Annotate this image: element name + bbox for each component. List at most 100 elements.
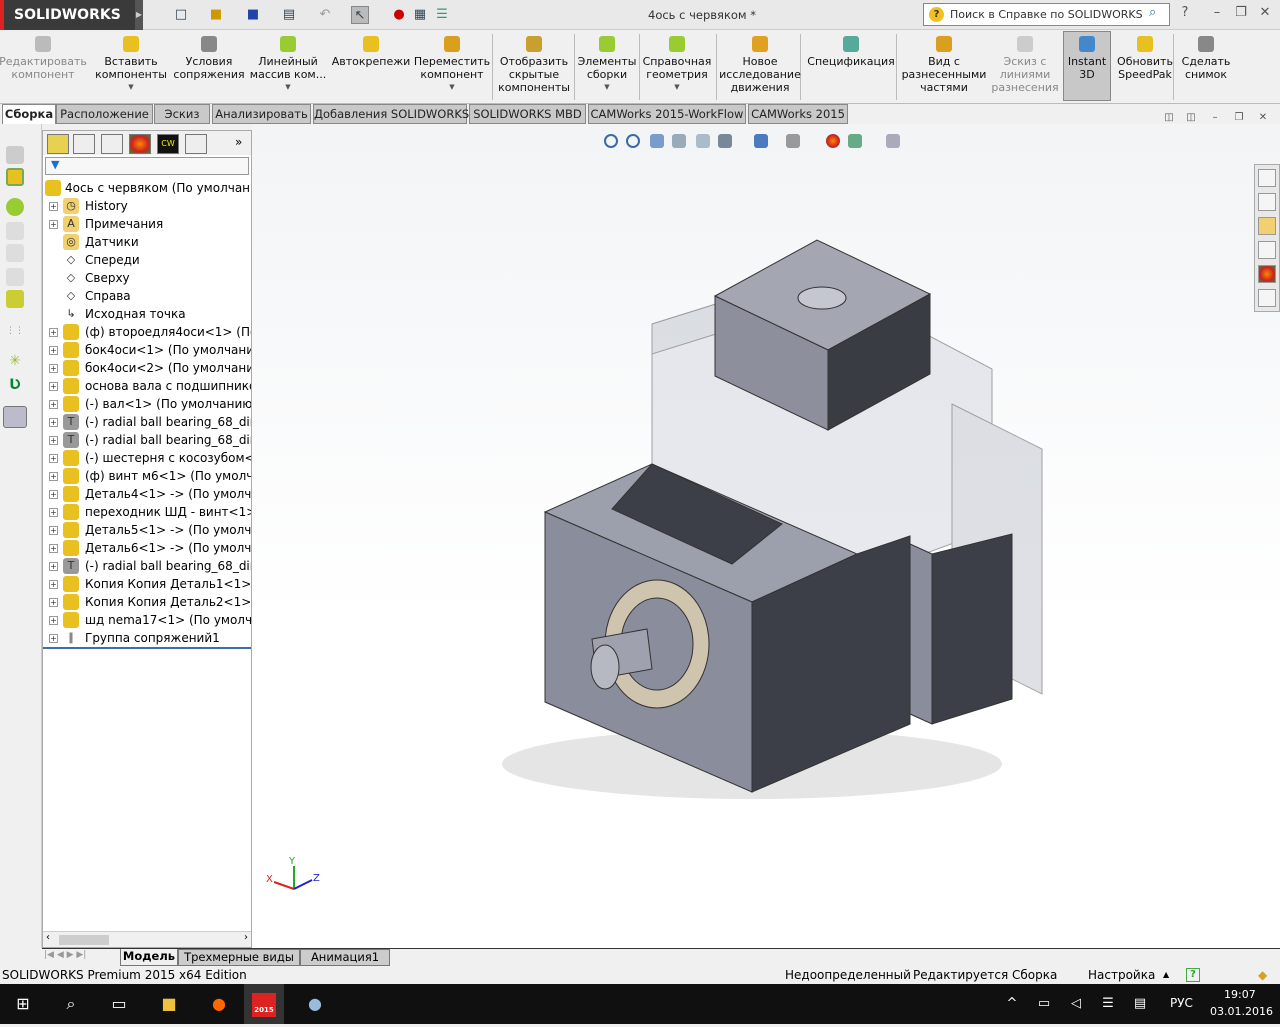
tree-item[interactable]: ◇ Справа — [43, 287, 251, 305]
options-icon[interactable]: ☰ — [433, 6, 451, 24]
expand-icon[interactable]: + — [49, 364, 58, 373]
expand-icon[interactable]: + — [49, 544, 58, 553]
tab-0[interactable]: Сборка — [2, 104, 56, 124]
tree-item[interactable]: + переходник ШД - винт<1> (Пс — [43, 503, 251, 521]
scroll-thumb[interactable] — [59, 935, 109, 945]
tree-item[interactable]: + (-) шестерня с косозубом<1> — [43, 449, 251, 467]
dropdown-arrow-icon[interactable]: ▼ — [86, 81, 176, 94]
viewport-minimize-icon[interactable]: – — [1208, 112, 1222, 124]
viewport-close-icon[interactable]: ✕ — [1256, 112, 1270, 124]
firefox-icon[interactable]: ● — [196, 984, 242, 1024]
file-explorer-icon[interactable] — [1258, 217, 1276, 235]
tree-item[interactable]: + шд nema17<1> (По умолчани — [43, 611, 251, 629]
solidworks-logo[interactable]: SOLIDWORKS — [0, 0, 135, 30]
tree-item[interactable]: + (ф) второедля4оси<1> (По ум — [43, 323, 251, 341]
model-tab-0[interactable]: Модель — [120, 949, 178, 966]
print-icon[interactable]: ▤ — [280, 6, 298, 24]
tree-item[interactable]: ◇ Спереди — [43, 251, 251, 269]
sw-resources-icon[interactable] — [1258, 169, 1276, 187]
tree-item[interactable]: + ∥ Группа сопряжений1 — [43, 629, 251, 647]
view-palette-icon[interactable] — [1258, 241, 1276, 259]
tree-item[interactable]: + Копия Копия Деталь1<1> (По — [43, 575, 251, 593]
file-explorer-icon[interactable]: ■ — [146, 984, 192, 1024]
configuration-manager-tab[interactable] — [101, 134, 123, 154]
rebuild-status-icon[interactable]: ◆ — [1258, 966, 1272, 984]
volume-icon[interactable]: ◁ — [1066, 994, 1086, 1014]
ribbon-button-3[interactable]: Линейный массив ком... ▼ — [243, 32, 333, 94]
tree-item[interactable]: + (ф) винт м6<1> (По умолчани — [43, 467, 251, 485]
tree-item[interactable]: + основа вала с подшипником< — [43, 377, 251, 395]
tree-item[interactable]: + (-) вал<1> (По умолчанию<< — [43, 395, 251, 413]
dropdown-arrow-icon[interactable]: ▼ — [243, 81, 333, 94]
tab-7[interactable]: CAMWorks 2015 — [748, 104, 848, 124]
ribbon-button-0[interactable]: Редактировать компонент — [0, 32, 88, 81]
task-view-icon[interactable]: ▭ — [96, 984, 142, 1024]
expand-icon[interactable]: + — [49, 598, 58, 607]
tree-item[interactable]: + A Примечания — [43, 215, 251, 233]
model-tab-2[interactable]: Анимация1 — [300, 949, 390, 966]
help-icon[interactable]: ? — [1176, 5, 1194, 20]
ribbon-button-8[interactable]: Справочная геометрия ▼ — [632, 32, 722, 94]
tree-item[interactable]: ◎ Датчики — [43, 233, 251, 251]
appearance-tab[interactable] — [129, 134, 151, 154]
file-properties-icon[interactable]: ▦ — [411, 6, 429, 24]
clock-date[interactable]: 03.01.2016 — [1210, 1005, 1273, 1018]
tree-item[interactable]: + ◷ History — [43, 197, 251, 215]
model-view[interactable]: Y X Z — [252, 124, 1252, 948]
new-document-icon[interactable]: □ — [172, 6, 190, 24]
ribbon-button-2[interactable]: Условия сопряжения — [164, 32, 254, 81]
tree-root[interactable]: 4ось с червяком (По умолчанию — [43, 179, 251, 197]
custom-properties-icon[interactable] — [1258, 289, 1276, 307]
tree-item[interactable]: + T (-) radial ball bearing_68_din<3: — [43, 557, 251, 575]
units-arrow-icon[interactable]: ▲ — [1163, 966, 1169, 984]
feature-manager-tab[interactable] — [47, 134, 69, 154]
units-custom[interactable]: Настройка — [1088, 966, 1155, 984]
language-indicator[interactable]: РУС — [1170, 996, 1193, 1010]
ribbon-button-1[interactable]: Вставить компоненты ▼ — [86, 32, 176, 94]
expand-icon[interactable]: + — [49, 436, 58, 445]
scroll-right-icon[interactable]: › — [244, 932, 248, 943]
ribbon-button-10[interactable]: Спецификация — [806, 32, 896, 68]
minimize-icon[interactable]: – — [1208, 5, 1226, 20]
clock-time[interactable]: 19:07 — [1224, 988, 1256, 1001]
dropdown-arrow-icon[interactable]: ▼ — [632, 81, 722, 94]
expand-icon[interactable]: + — [49, 328, 58, 337]
paint-icon[interactable]: ● — [292, 984, 338, 1024]
expand-icon[interactable]: + — [49, 418, 58, 427]
tree-item[interactable]: + бок4оси<2> (По умолчанию< — [43, 359, 251, 377]
tree-item[interactable]: + Копия Копия Деталь2<1> (По — [43, 593, 251, 611]
close-icon[interactable]: ✕ — [1256, 5, 1274, 20]
view-icon[interactable] — [6, 146, 24, 164]
scroll-left-icon[interactable]: ‹ — [46, 932, 50, 943]
feature-icon[interactable] — [6, 198, 24, 216]
tree-item[interactable]: + T (-) radial ball bearing_68_din<1: — [43, 413, 251, 431]
show-hidden-icons[interactable]: ^ — [1002, 994, 1022, 1014]
tree-item[interactable]: ↳ Исходная точка — [43, 305, 251, 323]
notifications-icon[interactable]: ☰ — [1098, 994, 1118, 1014]
property-manager-tab[interactable] — [73, 134, 95, 154]
ribbon-button-11[interactable]: Вид с разнесенными частями — [899, 32, 989, 94]
tree-item[interactable]: ◇ Сверху — [43, 269, 251, 287]
expand-icon[interactable]: + — [49, 472, 58, 481]
design-library-icon[interactable] — [1258, 193, 1276, 211]
instant3d-icon[interactable] — [3, 406, 27, 428]
expand-icon[interactable]: + — [49, 202, 58, 211]
tree-item[interactable]: + T (-) radial ball bearing_68_din<2: — [43, 431, 251, 449]
keyboard-icon[interactable]: ▤ — [1130, 994, 1150, 1014]
expand-icon[interactable]: + — [49, 562, 58, 571]
expand-icon[interactable]: + — [49, 220, 58, 229]
expand-icon[interactable]: + — [49, 400, 58, 409]
model-tab-1[interactable]: Трехмерные виды — [178, 949, 300, 966]
tab-3[interactable]: Анализировать — [212, 104, 311, 124]
ribbon-button-4[interactable]: Автокрепежи — [326, 32, 416, 68]
menu-expand-arrow[interactable]: ▶ — [135, 0, 143, 30]
undo-icon[interactable]: ↶ — [316, 6, 334, 24]
ribbon-button-5[interactable]: Переместить компонент ▼ — [407, 32, 497, 94]
smart-fasteners-icon[interactable] — [6, 290, 24, 308]
search-icon[interactable]: ⌕ — [48, 984, 94, 1024]
expand-icon[interactable]: + — [49, 580, 58, 589]
graphics-area[interactable]: ◫ ◫ – ❐ ✕ Y X Z — [252, 112, 1280, 948]
expand-icon[interactable]: + — [49, 382, 58, 391]
more-tabs-icon[interactable]: » — [235, 135, 247, 149]
tree-item[interactable]: + Деталь4<1> -> (По умолчани — [43, 485, 251, 503]
